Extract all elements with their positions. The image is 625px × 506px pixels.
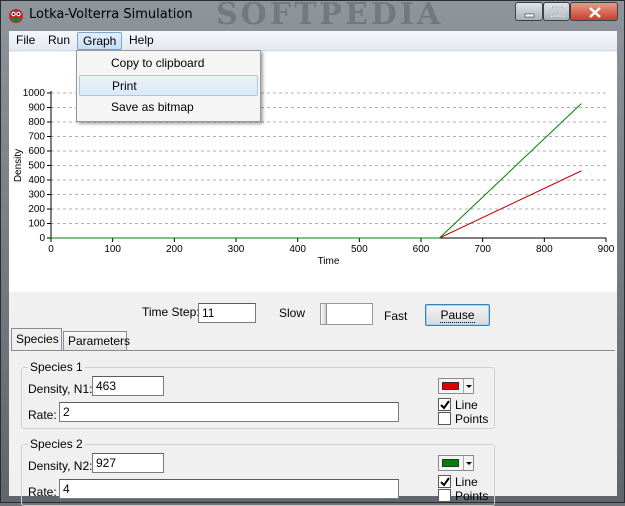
y-tick-label: 500 xyxy=(28,161,45,172)
y-tick-label: 400 xyxy=(28,175,45,186)
graph-menu-dropdown: Copy to clipboard Print Save as bitmap xyxy=(76,50,261,122)
menu-item-save-as-bitmap[interactable]: Save as bitmap xyxy=(79,97,258,118)
pause-button[interactable]: Pause xyxy=(425,304,490,326)
y-tick-label: 900 xyxy=(28,103,45,114)
species-2-color-picker[interactable] xyxy=(438,455,474,471)
species-1-group: Species 1 Density, N1: 463 Rate: 2 Line … xyxy=(21,360,495,429)
rate-1-input[interactable]: 2 xyxy=(59,402,399,422)
species-1-line-label: Line xyxy=(455,398,478,412)
species-1-points-label: Points xyxy=(455,412,489,426)
fast-label: Fast xyxy=(384,309,408,323)
y-tick-label: 100 xyxy=(28,219,45,230)
species-2-line-label: Line xyxy=(455,475,478,489)
minimize-button[interactable] xyxy=(515,2,543,21)
checkmark-icon xyxy=(440,477,450,487)
y-tick-label: 800 xyxy=(28,117,45,128)
species-2-points-label: Points xyxy=(455,489,489,503)
x-tick-label: 200 xyxy=(166,244,183,255)
x-tick-label: 500 xyxy=(351,244,368,255)
window-title: Lotka-Volterra Simulation xyxy=(29,7,193,22)
x-tick-label: 700 xyxy=(474,244,491,255)
menu-bar: File Run Graph Help xyxy=(9,31,617,51)
app-icon xyxy=(9,9,23,23)
density-n2-input[interactable]: 927 xyxy=(92,453,164,473)
series-line-2 xyxy=(51,103,582,239)
species-1-title: Species 1 xyxy=(28,360,85,374)
y-tick-label: 600 xyxy=(28,146,45,157)
tab-species[interactable]: Species xyxy=(11,328,62,350)
rate-2-label: Rate: xyxy=(28,485,57,499)
time-step-label: Time Step: xyxy=(142,305,200,319)
species-1-points-checkbox[interactable] xyxy=(438,412,451,425)
menu-file[interactable]: File xyxy=(11,32,40,50)
checkmark-icon xyxy=(440,400,450,410)
species-2-line-checkbox[interactable] xyxy=(438,475,451,488)
x-tick-label: 800 xyxy=(536,244,553,255)
x-tick-label: 0 xyxy=(48,244,54,255)
maximize-icon xyxy=(551,6,564,17)
y-tick-label: 300 xyxy=(28,190,45,201)
watermark-text: SOFTPEDIA xyxy=(216,0,444,32)
chevron-down-icon xyxy=(463,379,473,393)
client-area: File Run Graph Help 0 100 200 300 400 500 600 7… xyxy=(9,31,617,506)
app-window: Lotka-Volterra Simulation SOFTPEDIA File… xyxy=(0,0,625,506)
rate-1-label: Rate: xyxy=(28,408,57,422)
species-1-color-swatch xyxy=(442,382,459,390)
series-line-1 xyxy=(51,170,582,239)
x-tick-label: 900 xyxy=(598,244,615,255)
tab-parameters[interactable]: Parameters xyxy=(63,331,130,350)
y-tick-label: 0 xyxy=(39,233,45,244)
species-2-group: Species 2 Density, N2: 927 Rate: 4 Line … xyxy=(21,437,495,506)
y-axis-label: Density xyxy=(13,149,24,182)
maximize-button[interactable] xyxy=(543,2,570,21)
simulation-controls: Time Step: 11 Slow Fast Pause xyxy=(9,293,617,327)
rate-2-input[interactable]: 4 xyxy=(59,479,399,499)
y-tick-label: 1000 xyxy=(23,88,46,99)
density-n2-label: Density, N2: xyxy=(28,459,93,473)
y-tick-label: 200 xyxy=(28,204,45,215)
species-1-line-checkbox[interactable] xyxy=(438,398,451,411)
close-button[interactable] xyxy=(570,2,618,21)
menu-item-print[interactable]: Print xyxy=(79,75,258,96)
pause-button-label: Pause xyxy=(440,308,475,323)
menu-run[interactable]: Run xyxy=(43,32,75,50)
menu-help[interactable]: Help xyxy=(124,32,159,50)
speed-slider[interactable] xyxy=(320,303,373,325)
y-tick-label: 700 xyxy=(28,132,45,143)
x-tick-label: 300 xyxy=(228,244,245,255)
menu-graph[interactable]: Graph xyxy=(77,32,123,50)
x-tick-label: 100 xyxy=(104,244,121,255)
density-n1-input[interactable]: 463 xyxy=(92,376,164,396)
title-bar[interactable]: Lotka-Volterra Simulation SOFTPEDIA xyxy=(1,0,624,32)
species-2-points-checkbox[interactable] xyxy=(438,489,451,502)
x-tick-label: 400 xyxy=(289,244,306,255)
time-step-input[interactable]: 11 xyxy=(198,303,256,323)
species-2-title: Species 2 xyxy=(28,437,85,451)
menu-item-copy-to-clipboard[interactable]: Copy to clipboard xyxy=(79,53,258,74)
species-panel: Species 1 Density, N1: 463 Rate: 2 Line … xyxy=(11,350,615,506)
chevron-down-icon xyxy=(463,456,473,470)
minimize-icon xyxy=(524,13,535,18)
slow-label: Slow xyxy=(279,306,306,320)
close-icon xyxy=(589,7,601,18)
species-2-color-swatch xyxy=(442,459,459,467)
x-tick-label: 600 xyxy=(413,244,430,255)
species-1-color-picker[interactable] xyxy=(438,378,474,394)
x-axis-label: Time xyxy=(318,256,340,267)
speed-slider-thumb[interactable] xyxy=(321,304,327,324)
density-n1-label: Density, N1: xyxy=(28,382,93,396)
